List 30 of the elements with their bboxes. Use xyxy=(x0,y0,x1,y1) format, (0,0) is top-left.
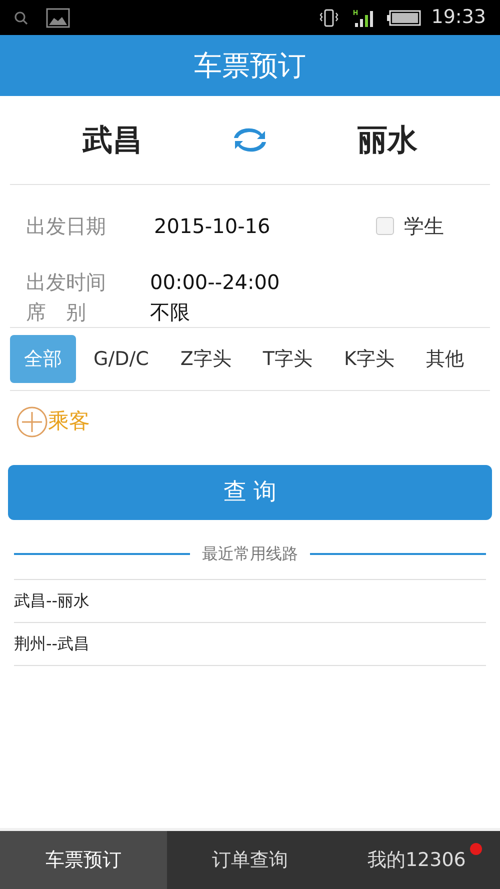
battery-icon xyxy=(387,10,422,26)
recent-route-item[interactable]: 荆州--武昌 xyxy=(14,632,90,656)
page-title: 车票预订 xyxy=(194,48,306,84)
train-type-tab[interactable]: Z字头 xyxy=(166,335,246,383)
train-type-tab[interactable]: G/D/C xyxy=(79,335,163,383)
bottom-nav-tab[interactable]: 订单查询 xyxy=(166,831,334,889)
train-type-tab[interactable]: K字头 xyxy=(330,335,408,383)
query-button[interactable]: 查 询 xyxy=(8,465,492,520)
bottom-nav-tab[interactable]: 车票预订 xyxy=(0,831,167,889)
recent-routes-heading: 最近常用线路 xyxy=(201,543,299,565)
add-icon xyxy=(16,406,48,438)
seat-value[interactable]: 不限 xyxy=(150,297,190,327)
search-icon xyxy=(14,10,28,24)
vibrate-icon xyxy=(319,8,340,28)
image-icon xyxy=(46,8,70,28)
seat-label: 席 别 xyxy=(26,299,87,326)
bottom-nav-tab[interactable]: 我的12306 xyxy=(333,831,500,889)
date-label: 出发日期 xyxy=(26,213,107,240)
time-value[interactable]: 00:00--24:00 xyxy=(150,267,280,297)
signal-icon xyxy=(353,8,376,26)
status-time: 19:33 xyxy=(431,5,486,30)
student-label: 学生 xyxy=(404,213,444,240)
departure-station[interactable]: 武昌 xyxy=(82,118,142,162)
train-type-tab[interactable]: T字头 xyxy=(248,335,327,383)
date-value[interactable]: 2015-10-16 xyxy=(154,211,270,241)
student-checkbox[interactable] xyxy=(376,217,394,235)
recent-route-item[interactable]: 武昌--丽水 xyxy=(14,589,90,613)
time-label: 出发时间 xyxy=(26,269,107,296)
train-type-tab[interactable]: 其他 xyxy=(412,335,478,383)
arrival-station[interactable]: 丽水 xyxy=(358,118,418,162)
